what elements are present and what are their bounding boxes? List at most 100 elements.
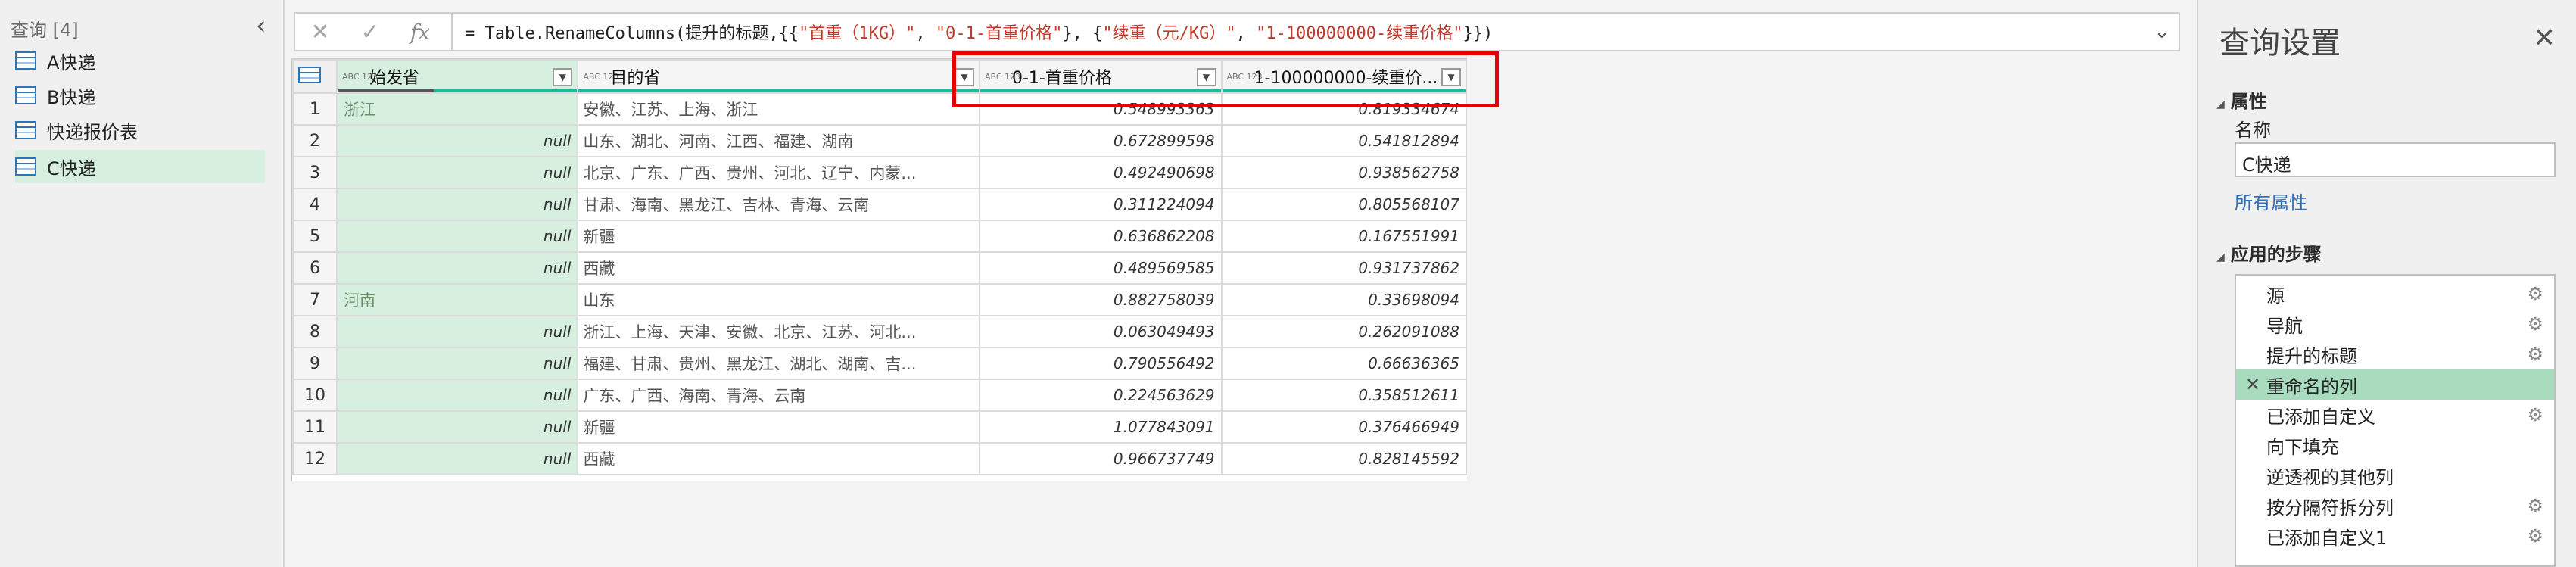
cell-continued-weight-price[interactable]: 0.358512611 [1220, 379, 1468, 412]
applied-step[interactable]: 已添加自定义 ⚙ [2236, 400, 2554, 430]
row-number[interactable]: 8 [292, 315, 338, 348]
query-item-b[interactable]: B快递 [15, 79, 265, 112]
applied-step[interactable]: 已添加自定义1 ⚙ [2236, 521, 2554, 551]
cell-origin[interactable]: null [335, 442, 579, 475]
delete-step-icon[interactable]: ✕ [2245, 374, 2260, 395]
cancel-icon[interactable]: ✕ [295, 14, 345, 50]
cell-destination[interactable]: 甘肃、海南、黑龙江、吉林、青海、云南 [577, 188, 980, 221]
cell-destination[interactable]: 山东 [577, 283, 980, 316]
row-number[interactable]: 5 [292, 220, 338, 253]
cell-destination[interactable]: 北京、广东、广西、贵州、河北、辽宁、内蒙... [577, 156, 980, 189]
properties-section-header[interactable]: ◢ 属性 [2216, 86, 2267, 113]
row-number[interactable]: 1 [292, 92, 338, 126]
all-properties-link[interactable]: 所有属性 [2235, 188, 2307, 214]
applied-step[interactable]: 提升的标题 ⚙ [2236, 339, 2554, 369]
confirm-icon[interactable]: ✓ [345, 14, 395, 50]
cell-destination[interactable]: 新疆 [577, 410, 980, 444]
query-item-price-table[interactable]: 快递报价表 [15, 114, 265, 147]
cell-first-weight-price[interactable]: 0.492490698 [979, 156, 1223, 189]
cell-continued-weight-price[interactable]: 0.931737862 [1220, 251, 1468, 285]
applied-steps-section-header[interactable]: ◢ 应用的步骤 [2216, 239, 2322, 266]
table-row[interactable]: 6 null 西藏 0.489569585 0.931737862 [292, 251, 1468, 285]
cell-destination[interactable]: 西藏 [577, 251, 980, 285]
column-header-destination[interactable]: ABC 123目的省 ▼ [577, 59, 980, 94]
gear-icon[interactable]: ⚙ [2527, 404, 2543, 425]
cell-origin[interactable]: null [335, 251, 579, 285]
cell-first-weight-price[interactable]: 0.672899598 [979, 124, 1223, 157]
cell-continued-weight-price[interactable]: 0.167551991 [1220, 220, 1468, 253]
table-row[interactable]: 12 null 西藏 0.966737749 0.828145592 [292, 442, 1468, 475]
applied-step[interactable]: 向下填充 [2236, 430, 2554, 460]
table-row[interactable]: 8 null 浙江、上海、天津、安徽、北京、江苏、河北... 0.063049493 0… [292, 315, 1468, 348]
cell-origin[interactable]: null [335, 220, 579, 253]
row-number[interactable]: 9 [292, 347, 338, 380]
cell-origin[interactable]: null [335, 315, 579, 348]
table-row[interactable]: 7 河南 山东 0.882758039 0.33698094 [292, 283, 1468, 316]
formula-input[interactable]: = Table.RenameColumns(提升的标题,{{"首重（1KG）",… [453, 20, 2145, 44]
row-number[interactable]: 2 [292, 124, 338, 157]
cell-destination[interactable]: 安徽、江苏、上海、浙江 [577, 92, 980, 126]
table-row[interactable]: 9 null 福建、甘肃、贵州、黑龙江、湖北、湖南、吉... 0.790556492 0… [292, 347, 1468, 380]
table-row[interactable]: 11 null 新疆 1.077843091 0.376466949 [292, 410, 1468, 444]
column-header-origin[interactable]: ABC 123始发省 ▼ [335, 59, 579, 94]
cell-continued-weight-price[interactable]: 0.376466949 [1220, 410, 1468, 444]
query-item-c[interactable]: C快递 [15, 150, 265, 183]
gear-icon[interactable]: ⚙ [2527, 525, 2543, 547]
row-number[interactable]: 4 [292, 188, 338, 221]
table-row[interactable]: 4 null 甘肃、海南、黑龙江、吉林、青海、云南 0.311224094 0.8055… [292, 188, 1468, 221]
cell-origin[interactable]: null [335, 156, 579, 189]
cell-origin[interactable]: 浙江 [335, 92, 579, 126]
cell-first-weight-price[interactable]: 0.790556492 [979, 347, 1223, 380]
cell-continued-weight-price[interactable]: 0.805568107 [1220, 188, 1468, 221]
cell-origin[interactable]: null [335, 124, 579, 157]
close-icon[interactable]: ✕ [2533, 23, 2556, 54]
cell-first-weight-price[interactable]: 1.077843091 [979, 410, 1223, 444]
cell-origin[interactable]: null [335, 347, 579, 380]
cell-first-weight-price[interactable]: 0.489569585 [979, 251, 1223, 285]
query-name-input[interactable]: C快递 [2235, 142, 2556, 177]
type-any-icon[interactable]: ABC 123 [342, 73, 378, 81]
table-row[interactable]: 2 null 山东、湖北、河南、江西、福建、湖南 0.672899598 0.54181… [292, 124, 1468, 157]
applied-step[interactable]: 导航 ⚙ [2236, 309, 2554, 339]
row-number[interactable]: 11 [292, 410, 338, 444]
gear-icon[interactable]: ⚙ [2527, 495, 2543, 516]
type-any-icon[interactable]: ABC 123 [583, 73, 618, 81]
cell-destination[interactable]: 福建、甘肃、贵州、黑龙江、湖北、湖南、吉... [577, 347, 980, 380]
cell-destination[interactable]: 浙江、上海、天津、安徽、北京、江苏、河北... [577, 315, 980, 348]
query-item-a[interactable]: A快递 [15, 44, 265, 77]
collapse-pane-icon[interactable]: ‹ [256, 11, 266, 41]
cell-origin[interactable]: null [335, 188, 579, 221]
row-number[interactable]: 6 [292, 251, 338, 285]
cell-origin[interactable]: null [335, 410, 579, 444]
cell-first-weight-price[interactable]: 0.636862208 [979, 220, 1223, 253]
row-number[interactable]: 12 [292, 442, 338, 475]
cell-continued-weight-price[interactable]: 0.33698094 [1220, 283, 1468, 316]
cell-first-weight-price[interactable]: 0.224563629 [979, 379, 1223, 412]
gear-icon[interactable]: ⚙ [2527, 313, 2543, 335]
expand-formula-icon[interactable]: ⌄ [2145, 20, 2179, 43]
cell-continued-weight-price[interactable]: 0.541812894 [1220, 124, 1468, 157]
cell-first-weight-price[interactable]: 0.882758039 [979, 283, 1223, 316]
cell-destination[interactable]: 西藏 [577, 442, 980, 475]
cell-destination[interactable]: 广东、广西、海南、青海、云南 [577, 379, 980, 412]
applied-step[interactable]: 源 ⚙ [2236, 279, 2554, 309]
cell-destination[interactable]: 新疆 [577, 220, 980, 253]
cell-destination[interactable]: 山东、湖北、河南、江西、福建、湖南 [577, 124, 980, 157]
fx-icon[interactable]: fx [395, 14, 445, 50]
gear-icon[interactable]: ⚙ [2527, 344, 2543, 365]
cell-continued-weight-price[interactable]: 0.66636365 [1220, 347, 1468, 380]
table-row[interactable]: 3 null 北京、广东、广西、贵州、河北、辽宁、内蒙... 0.492490698 0… [292, 156, 1468, 189]
table-row[interactable]: 5 null 新疆 0.636862208 0.167551991 [292, 220, 1468, 253]
row-number[interactable]: 3 [292, 156, 338, 189]
filter-dropdown-icon[interactable]: ▼ [553, 68, 573, 86]
cell-first-weight-price[interactable]: 0.063049493 [979, 315, 1223, 348]
applied-step[interactable]: 逆透视的其他列 [2236, 460, 2554, 491]
row-number[interactable]: 7 [292, 283, 338, 316]
cell-continued-weight-price[interactable]: 0.938562758 [1220, 156, 1468, 189]
gear-icon[interactable]: ⚙ [2527, 283, 2543, 304]
applied-step[interactable]: ✕ 重命名的列 [2236, 369, 2554, 400]
applied-step[interactable]: 按分隔符拆分列 ⚙ [2236, 491, 2554, 521]
cell-origin[interactable]: null [335, 379, 579, 412]
cell-origin[interactable]: 河南 [335, 283, 579, 316]
cell-continued-weight-price[interactable]: 0.262091088 [1220, 315, 1468, 348]
